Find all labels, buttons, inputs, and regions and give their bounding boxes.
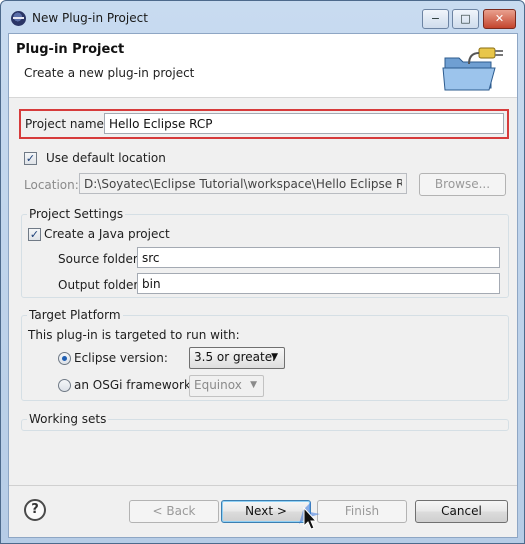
dialog-window: New Plug-in Project − □ ✕ Plug-in Projec… (0, 0, 525, 544)
eclipse-logo-icon (11, 11, 26, 26)
maximize-button[interactable]: □ (452, 9, 479, 29)
osgi-framework-label: an OSGi framework: (74, 378, 195, 392)
wizard-folder-plug-icon (442, 47, 503, 91)
dialog-client-area: Plug-in Project Create a new plug-in pro… (8, 33, 518, 538)
title-bar[interactable]: New Plug-in Project − □ ✕ (1, 1, 524, 33)
location-field[interactable] (79, 173, 407, 194)
osgi-framework-select[interactable]: Equinox ▼ (189, 375, 264, 397)
project-name-label: Project name: (25, 117, 108, 131)
page-description: Create a new plug-in project (24, 66, 195, 80)
help-icon[interactable]: ? (24, 499, 46, 521)
osgi-framework-radio[interactable] (58, 379, 71, 392)
browse-button[interactable]: Browse... (419, 173, 506, 196)
location-label: Location: (24, 178, 79, 192)
minimize-button[interactable]: − (422, 9, 449, 29)
source-folder-label: Source folder: (58, 252, 142, 266)
page-title: Plug-in Project (16, 42, 125, 57)
use-default-location-checkbox[interactable]: ✓ (24, 152, 37, 165)
eclipse-version-radio[interactable] (58, 352, 71, 365)
footer-separator (9, 485, 517, 486)
wizard-banner: Plug-in Project Create a new plug-in pro… (9, 34, 517, 98)
eclipse-version-value: 3.5 or greater (194, 350, 278, 364)
close-button[interactable]: ✕ (483, 9, 516, 29)
working-sets-title: Working sets (27, 412, 109, 426)
project-settings-title: Project Settings (27, 207, 126, 221)
eclipse-version-label: Eclipse version: (74, 351, 168, 365)
next-button[interactable]: Next > (221, 500, 311, 523)
window-title: New Plug-in Project (32, 11, 148, 25)
project-name-highlight: Project name: (19, 109, 509, 139)
osgi-framework-value: Equinox (194, 378, 242, 392)
create-java-project-checkbox[interactable]: ✓ (28, 228, 41, 241)
create-java-project-label: Create a Java project (44, 227, 170, 241)
cancel-button[interactable]: Cancel (415, 500, 508, 523)
project-name-input[interactable] (104, 113, 504, 134)
target-platform-intro: This plug-in is targeted to run with: (28, 328, 240, 342)
source-folder-input[interactable] (137, 247, 500, 268)
output-folder-label: Output folder: (58, 278, 143, 292)
output-folder-input[interactable] (137, 273, 500, 294)
eclipse-version-select[interactable]: 3.5 or greater ▼ (189, 347, 285, 369)
finish-button[interactable]: Finish (317, 500, 407, 523)
chevron-down-icon: ▼ (250, 380, 257, 390)
mouse-cursor-icon (299, 502, 320, 530)
target-platform-title: Target Platform (27, 308, 123, 322)
back-button[interactable]: < Back (129, 500, 219, 523)
chevron-down-icon: ▼ (271, 352, 278, 362)
use-default-location-label: Use default location (46, 151, 166, 165)
